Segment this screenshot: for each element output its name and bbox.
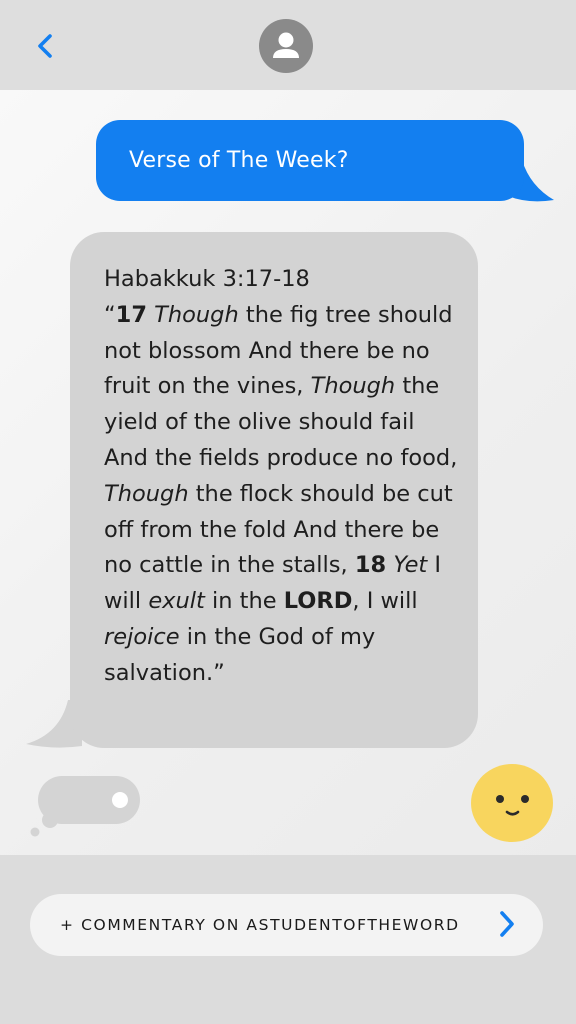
- verse-segment: 18: [354, 552, 387, 579]
- chevron-right-icon[interactable]: [496, 907, 518, 941]
- verse-segment: , I will: [352, 588, 418, 615]
- verse-segment: “: [104, 301, 116, 328]
- verse-reference: Habakkuk 3:17-18: [104, 266, 310, 292]
- verse-segment: exult: [148, 588, 205, 615]
- verse-segment: in the: [204, 588, 284, 615]
- verse-segment: 17: [115, 301, 147, 328]
- verse-segment: Though: [154, 301, 239, 328]
- commentary-link-label: + COMMENTARY ON ASTUDENTOFTHEWORD: [60, 916, 460, 934]
- verse-segment: Though: [104, 480, 189, 507]
- outgoing-message-text: Verse of The Week?: [129, 148, 349, 173]
- commentary-link[interactable]: + COMMENTARY ON ASTUDENTOFTHEWORD: [30, 894, 543, 956]
- incoming-message[interactable]: Habakkuk 3:17-18 “17 Though the fig tree…: [70, 232, 478, 748]
- back-button[interactable]: [30, 26, 60, 66]
- thought-bubble-icon: [30, 776, 140, 837]
- smiley-face-icon[interactable]: [470, 763, 554, 843]
- chevron-left-icon: [38, 34, 52, 58]
- verse-segment: Though: [310, 373, 396, 400]
- verse-segment: rejoice: [104, 623, 180, 650]
- outgoing-message[interactable]: Verse of The Week?: [96, 120, 524, 201]
- verse-text: “17 Though the fig tree should not bloss…: [104, 298, 458, 692]
- person-icon: [273, 32, 299, 58]
- verse-segment: LORD: [283, 588, 353, 615]
- contact-avatar[interactable]: [259, 19, 313, 73]
- verse-segment: Yet: [393, 552, 428, 579]
